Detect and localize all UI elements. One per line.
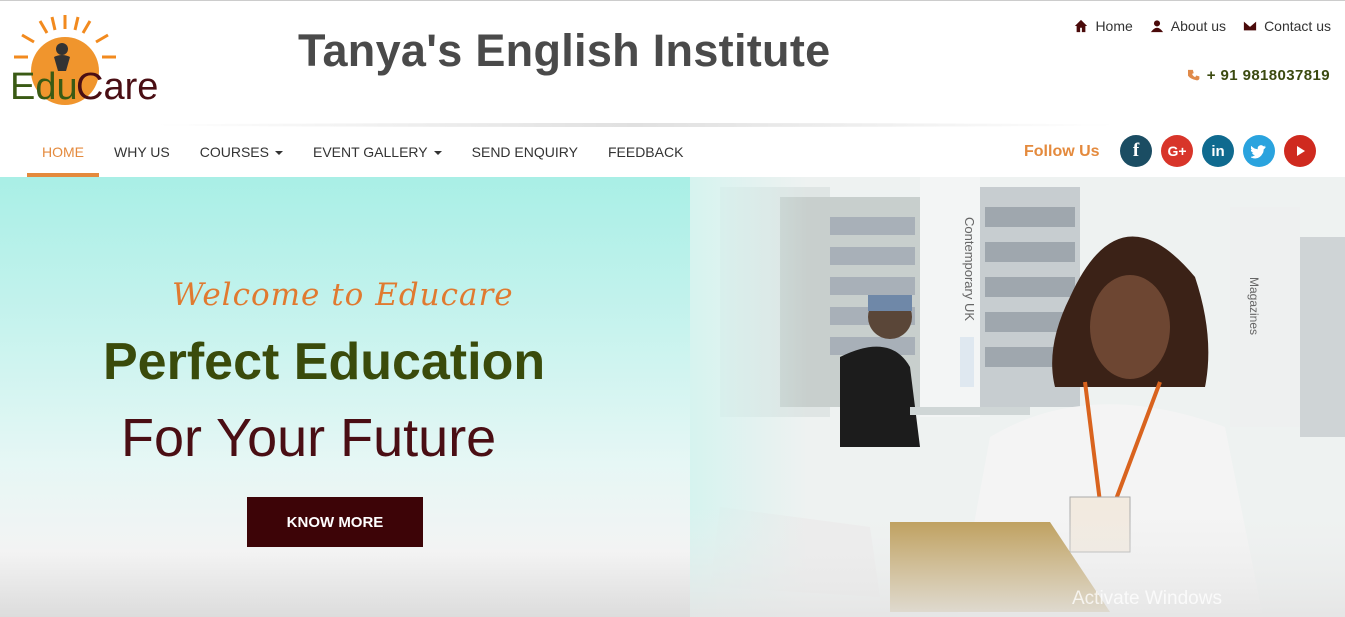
know-more-button[interactable]: KNOW MORE <box>247 497 423 547</box>
user-icon <box>1150 20 1163 33</box>
youtube-icon[interactable] <box>1284 135 1316 167</box>
educare-logo[interactable]: Edu Care <box>10 13 160 113</box>
top-link-about[interactable]: About us <box>1150 18 1226 34</box>
hero-headline: Perfect Education <box>103 333 546 391</box>
caret-down-icon <box>433 151 442 156</box>
home-icon <box>1075 19 1088 33</box>
google-plus-icon[interactable]: G+ <box>1161 135 1193 167</box>
twitter-icon[interactable] <box>1243 135 1275 167</box>
linkedin-icon[interactable]: in <box>1202 135 1234 167</box>
nav-item-label: COURSES <box>199 144 269 160</box>
site-title: Tanya's English Institute <box>298 25 831 76</box>
top-link-label: Contact us <box>1264 18 1331 34</box>
nav-item-label: SEND ENQUIRY <box>471 144 578 160</box>
nav-item-label: EVENT GALLERY <box>312 144 428 160</box>
hero-subline: For Your Future <box>121 408 497 468</box>
top-link-contact[interactable]: Contact us <box>1243 18 1331 34</box>
hero-banner: Contemporary UK Magazines <box>0 177 1345 617</box>
svg-text:Care: Care <box>76 66 158 108</box>
envelope-icon <box>1243 21 1257 31</box>
facebook-icon[interactable]: f <box>1120 135 1152 167</box>
top-link-label: Home <box>1095 18 1133 34</box>
svg-text:Edu: Edu <box>10 66 78 108</box>
phone-icon <box>1187 69 1200 81</box>
social-links: f G+ in <box>1120 135 1316 167</box>
top-links: Home About us Contact us <box>1074 18 1331 34</box>
phone-number[interactable]: + 91 9818037819 <box>1187 67 1330 84</box>
site-header: Edu Care Tanya's English Institute Home … <box>0 1 1345 125</box>
nav-item-event-gallery[interactable]: EVENT GALLERY <box>298 127 457 177</box>
page: Edu Care Tanya's English Institute Home … <box>0 0 1345 617</box>
nav-item-label: WHY US <box>114 144 170 160</box>
nav-item-home[interactable]: HOME <box>27 127 99 177</box>
follow-us-label: Follow Us <box>1024 143 1100 160</box>
main-nav: HOME WHY US COURSES EVENT GALLERY SEND E… <box>0 127 1345 177</box>
activate-windows-watermark: Activate Windows <box>1072 588 1222 609</box>
welcome-tagline: Welcome to Educare <box>172 277 514 313</box>
nav-item-send-enquiry[interactable]: SEND ENQUIRY <box>457 127 593 177</box>
top-link-label: About us <box>1170 18 1227 34</box>
top-link-home[interactable]: Home <box>1074 18 1133 34</box>
nav-item-courses[interactable]: COURSES <box>185 127 298 177</box>
library-student-photo: Contemporary UK Magazines <box>690 177 1345 617</box>
nav-item-label: FEEDBACK <box>607 144 684 160</box>
nav-item-why-us[interactable]: WHY US <box>99 127 185 177</box>
caret-down-icon <box>274 151 283 156</box>
phone-text: + 91 9818037819 <box>1206 67 1330 84</box>
nav-item-label: HOME <box>42 144 84 160</box>
nav-items: HOME WHY US COURSES EVENT GALLERY SEND E… <box>27 127 698 177</box>
nav-item-feedback[interactable]: FEEDBACK <box>593 127 698 177</box>
